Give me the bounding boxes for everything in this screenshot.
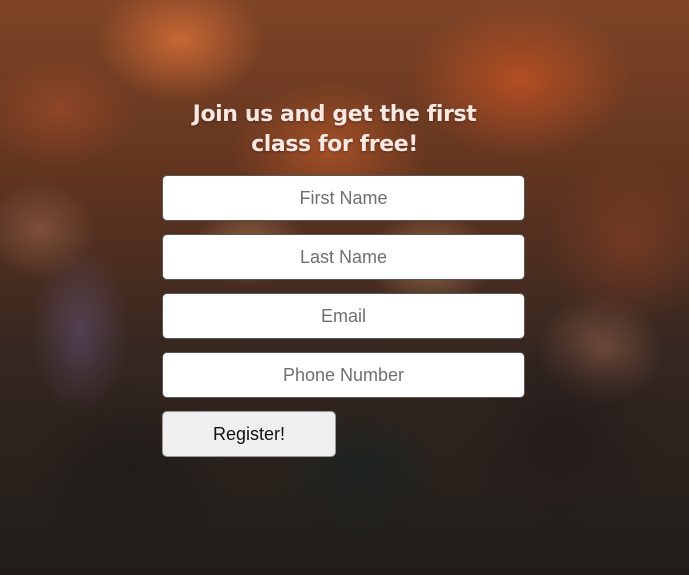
registration-form: Join us and get the first class for free… [162, 100, 525, 457]
first-name-input[interactable] [162, 175, 525, 221]
email-input[interactable] [162, 293, 525, 339]
last-name-input[interactable] [162, 234, 525, 280]
phone-number-input[interactable] [162, 352, 525, 398]
form-heading: Join us and get the first class for free… [192, 102, 477, 157]
register-button[interactable]: Register! [162, 411, 336, 457]
